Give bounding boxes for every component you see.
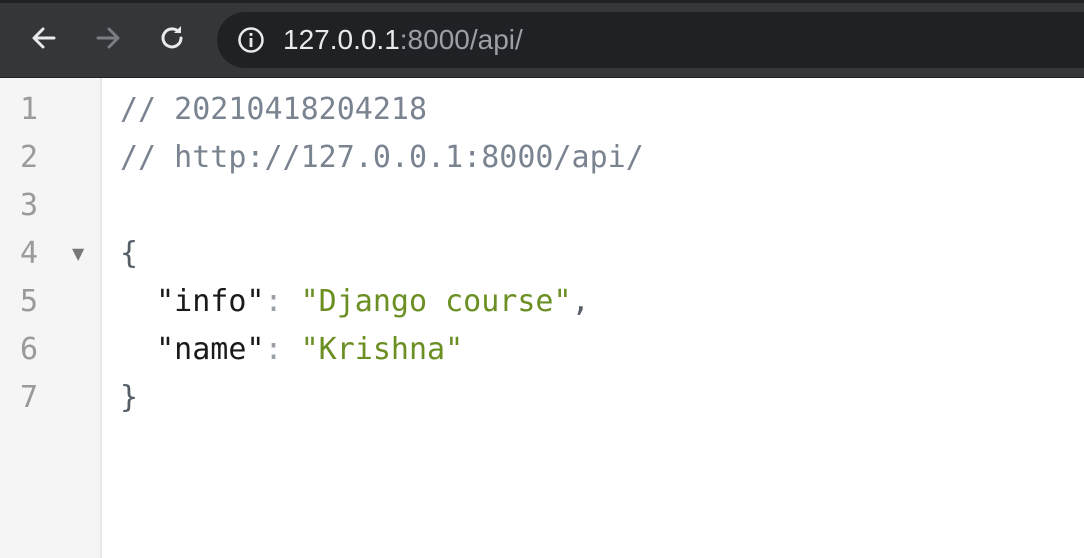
arrow-left-icon — [32, 27, 56, 49]
line-number: 5 — [20, 284, 39, 319]
line-number: 2 — [20, 140, 39, 175]
forward-button[interactable] — [88, 18, 128, 58]
tab-strip-edge — [0, 0, 1084, 3]
url-host: 127.0.0.1 — [283, 24, 400, 55]
timestamp-comment: // 20210418204218 — [120, 92, 428, 127]
code-line: 6 "name": "Krishna" — [0, 326, 1084, 374]
json-string-value: "Krishna" — [300, 332, 464, 367]
code-line: 7 } — [0, 374, 1084, 422]
line-number: 6 — [20, 332, 39, 367]
json-viewer: 1 // 20210418204218 2 // http://127.0.0.… — [0, 78, 1084, 558]
line-number: 3 — [20, 188, 39, 223]
json-key: "name" — [156, 332, 265, 367]
reload-button[interactable] — [152, 18, 192, 58]
back-button[interactable] — [24, 18, 64, 58]
json-entry: "info": "Django course", — [120, 278, 590, 326]
json-entry: "name": "Krishna" — [120, 326, 463, 374]
arrow-right-icon — [96, 27, 120, 49]
code-line: 1 // 20210418204218 — [0, 86, 1084, 134]
line-number: 1 — [20, 92, 39, 127]
url-path: :8000/api/ — [399, 24, 523, 55]
address-bar[interactable]: 127.0.0.1:8000/api/ — [217, 12, 1084, 68]
json-colon: : — [264, 332, 283, 367]
code-line: 4 ▼ { — [0, 230, 1084, 278]
info-icon[interactable] — [237, 26, 265, 54]
code-line: 2 // http://127.0.0.1:8000/api/ — [0, 134, 1084, 182]
close-brace: } — [120, 380, 139, 415]
line-number: 7 — [20, 380, 39, 415]
url-text[interactable]: 127.0.0.1:8000/api/ — [283, 23, 523, 57]
code-line: 5 "info": "Django course", — [0, 278, 1084, 326]
browser-toolbar: 127.0.0.1:8000/api/ — [0, 0, 1084, 78]
json-colon: : — [264, 284, 283, 319]
json-string-value: "Django course" — [300, 284, 572, 319]
json-comma: , — [571, 284, 590, 319]
open-brace: { — [120, 236, 139, 271]
line-number: 4 — [20, 236, 39, 271]
json-key: "info" — [156, 284, 265, 319]
collapse-triangle-icon[interactable]: ▼ — [72, 230, 84, 278]
reload-icon — [161, 26, 183, 49]
code-line: 3 — [0, 182, 1084, 230]
url-comment: // http://127.0.0.1:8000/api/ — [120, 140, 644, 175]
